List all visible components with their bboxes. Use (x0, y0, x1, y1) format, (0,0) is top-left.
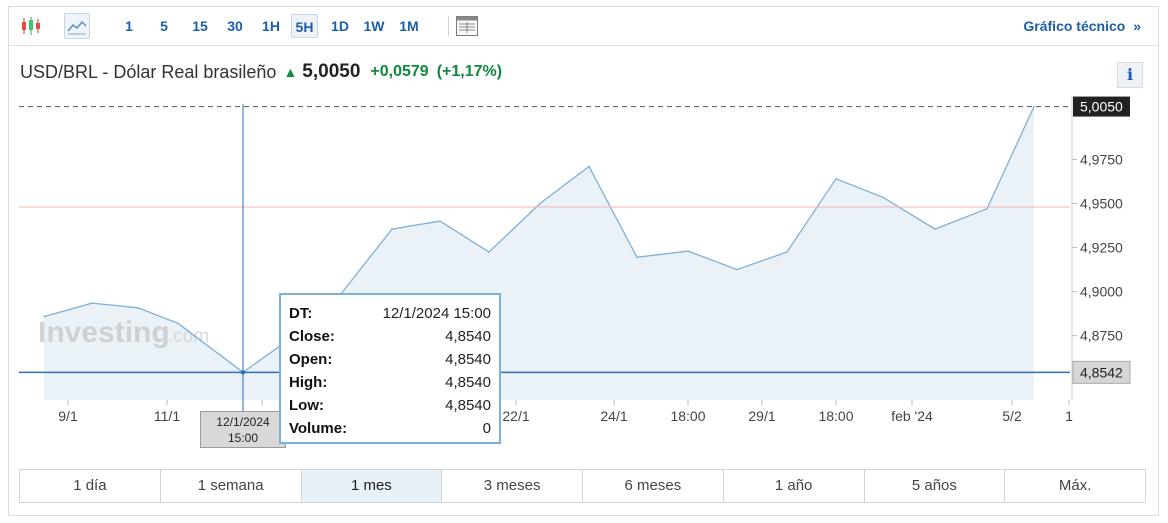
tooltip-key: Volume: (289, 420, 348, 437)
tooltip-key: Open: (289, 351, 333, 368)
data-point (391, 228, 393, 230)
range-button[interactable]: 6 meses (583, 470, 724, 502)
x-tick-label: 24/1 (600, 408, 627, 424)
range-button[interactable]: 5 años (865, 470, 1006, 502)
crosshair-date: 12/1/2024 (216, 415, 270, 429)
last-price-badge-label: 5,0050 (1080, 99, 1123, 115)
tooltip-row: Close: 4,8540 (289, 325, 491, 348)
data-point (835, 178, 837, 180)
crosshair-time: 15:00 (227, 431, 259, 445)
range-button[interactable]: 1 semana (161, 470, 302, 502)
data-point (177, 322, 179, 325)
data-point (588, 165, 590, 168)
range-button[interactable]: 3 meses (442, 470, 583, 502)
data-point (986, 208, 988, 210)
tooltip-key: High: (289, 374, 328, 391)
tooltip-row: Low: 4,8540 (289, 394, 491, 417)
tooltip-value: 4,8540 (445, 351, 491, 368)
range-button[interactable]: 1 día (20, 470, 161, 502)
x-tick-label: 5/2 (1002, 408, 1022, 424)
x-tick-label: feb '24 (891, 408, 933, 424)
y-tick-label: 4,9750 (1080, 151, 1123, 167)
tooltip-key: Close: (289, 328, 335, 345)
x-tick-label: 18:00 (818, 408, 853, 424)
data-point (786, 251, 788, 253)
tooltip-value: 0 (482, 420, 491, 437)
tooltip-key: DT: (289, 305, 313, 322)
data-point (882, 196, 884, 199)
data-point (736, 268, 738, 271)
tooltip-value: 4,8540 (445, 328, 491, 345)
data-point (1033, 105, 1035, 108)
crosshair-time-badge: 12/1/2024 15:00 (200, 411, 286, 448)
crosshair-price-label: 4,8542 (1080, 364, 1123, 380)
range-selector: 1 día 1 semana 1 mes 3 meses 6 meses 1 año 5 a… (19, 469, 1146, 503)
x-tick-label: 11/1 (154, 408, 180, 424)
data-point (539, 202, 541, 205)
investing-watermark-suffix: .com (168, 326, 209, 347)
tooltip-value: 4,8540 (445, 374, 491, 391)
crosshair-point (240, 370, 246, 375)
tooltip-row: High: 4,8540 (289, 371, 491, 394)
tooltip-value: 12/1/2024 15:00 (382, 305, 491, 322)
range-button[interactable]: 1 mes (301, 470, 443, 502)
range-button[interactable]: 1 año (724, 470, 865, 502)
x-tick-label: 1 (1065, 408, 1073, 424)
data-point (488, 251, 490, 253)
tooltip-row: DT: 12/1/2024 15:00 (289, 302, 491, 325)
data-point (43, 315, 45, 318)
x-tick-label: 9/1 (58, 408, 78, 424)
data-point (934, 228, 936, 230)
data-point (636, 256, 638, 259)
tooltip-row: Volume: 0 (289, 417, 491, 440)
price-chart[interactable]: Investing.com 4,9750 4,9500 4,9250 4,9000 4,… (0, 0, 1168, 460)
y-tick-label: 4,8750 (1080, 328, 1123, 344)
tooltip-value: 4,8540 (445, 397, 491, 414)
x-tick-label: 29/1 (748, 408, 775, 424)
price-area-fill (44, 106, 1034, 400)
x-tick-label: 22/1 (502, 408, 529, 424)
data-point (137, 307, 139, 309)
tooltip-key: Low: (289, 397, 324, 414)
y-tick-label: 4,9500 (1080, 196, 1123, 212)
data-tooltip: DT: 12/1/2024 15:00 Close: 4,8540 Open: 4,854… (279, 293, 501, 444)
y-tick-label: 4,9250 (1080, 240, 1123, 256)
tooltip-row: Open: 4,8540 (289, 348, 491, 371)
data-point (439, 220, 441, 222)
investing-watermark: Investing (38, 316, 170, 349)
range-button[interactable]: Máx. (1005, 470, 1145, 502)
y-tick-label: 4,9000 (1080, 284, 1123, 300)
x-tick-label: 18:00 (670, 408, 705, 424)
data-point (91, 302, 93, 304)
data-point (687, 250, 689, 252)
